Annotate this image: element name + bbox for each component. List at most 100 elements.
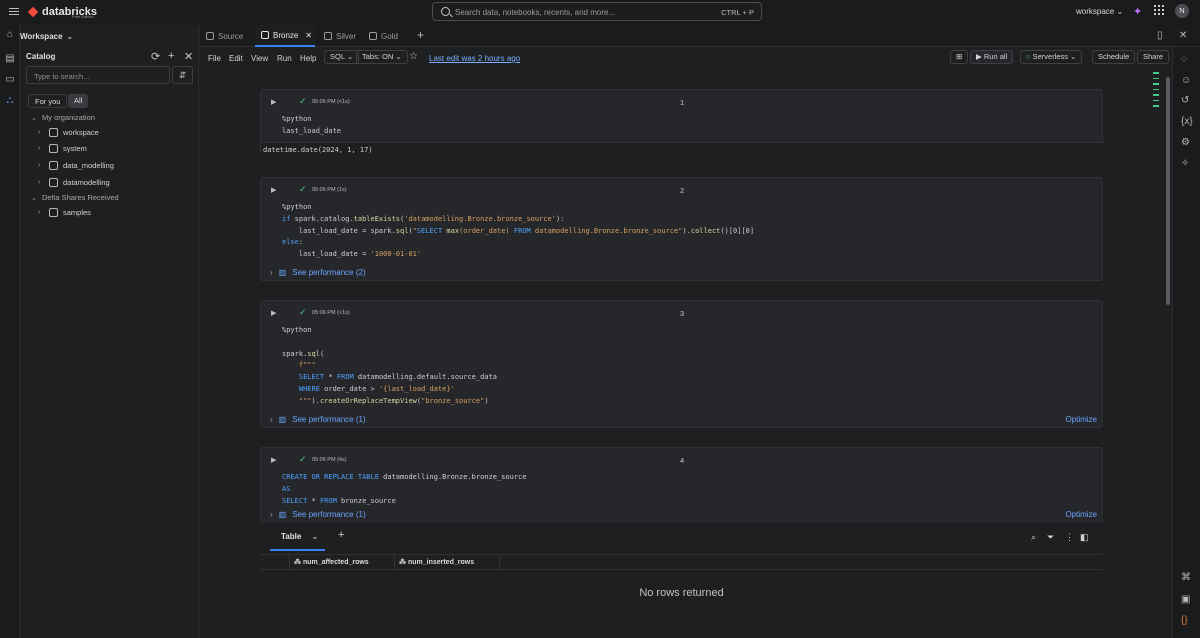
comments-icon[interactable]: ◌	[1181, 54, 1187, 65]
code-editor[interactable]: %python last_load_date	[282, 114, 341, 138]
run-cell-icon[interactable]: ▶	[271, 456, 276, 464]
menu-view[interactable]: View	[251, 54, 268, 63]
chevron-right-icon: ›	[38, 129, 41, 136]
code-editor[interactable]: %python if spark.catalog.tableExists('da…	[282, 202, 754, 261]
tree-group-my-organization[interactable]: ⌄ My organization	[31, 113, 95, 122]
tree-item-data-modelling[interactable]: › data_modelling	[38, 161, 114, 170]
favorite-star-icon[interactable]: ☆	[409, 51, 418, 62]
compute-select[interactable]: ○ Serverless ⌄	[1020, 50, 1083, 64]
apps-grid-icon[interactable]	[1154, 5, 1164, 15]
code-editor[interactable]: CREATE OR REPLACE TABLE datamodelling.Br…	[282, 472, 526, 507]
sparkle-icon[interactable]: ✧	[1181, 158, 1189, 169]
variables-icon[interactable]: {x}	[1181, 116, 1193, 127]
panel-toggle-icon[interactable]: ▯	[1157, 30, 1163, 41]
filter-icon[interactable]: ⏷	[1047, 532, 1054, 543]
tree-item-samples[interactable]: › samples	[38, 208, 91, 217]
notebook-icon[interactable]: ▤	[5, 54, 15, 64]
workspace-switcher[interactable]: workspace ⌄	[1076, 7, 1123, 16]
notebook-cell[interactable]: ▶ ✓ 05:06 PM (<1s) 1 %python last_load_d…	[260, 89, 1104, 156]
code-editor[interactable]: %python spark.sql( f""" SELECT * FROM da…	[282, 325, 497, 408]
notebook-cell[interactable]: ▶ ✓ 05:06 PM (<1s) 3 %python spark.sql( …	[260, 300, 1103, 428]
see-performance-link[interactable]: › ▥ See performance (2)	[270, 268, 366, 277]
search-icon[interactable]: ⌕	[1031, 532, 1036, 543]
user-avatar[interactable]: N	[1175, 4, 1189, 18]
tab-silver[interactable]: Silver	[318, 25, 368, 47]
filter-all[interactable]: All	[68, 94, 89, 108]
result-tab-table[interactable]: Table ⌄	[270, 529, 325, 551]
search-placeholder: Search data, notebooks, recents, and mor…	[455, 8, 616, 17]
refresh-icon[interactable]: ⟳	[151, 50, 160, 63]
hamburger-menu-icon[interactable]	[9, 6, 19, 16]
search-shortcut: CTRL + P	[721, 8, 754, 17]
add-icon[interactable]: +	[168, 50, 174, 62]
close-icon[interactable]: ✕	[305, 31, 312, 40]
chevron-right-icon: ›	[38, 162, 41, 169]
column-header[interactable]: ⁂ num_inserted_rows	[395, 555, 500, 571]
cell-minimap[interactable]	[1153, 72, 1161, 111]
notebook-cell[interactable]: ▶ ✓ 05:06 PM (1s) 2 %python if spark.cat…	[260, 177, 1103, 281]
cell-number: 2	[680, 186, 685, 195]
search-icon	[441, 7, 450, 16]
assistant-icon[interactable]: ☺	[1181, 75, 1191, 86]
settings-sliders-icon[interactable]: ⚙	[1181, 137, 1190, 148]
catalog-title: Catalog	[26, 52, 56, 61]
sidebar-icon[interactable]: ◧	[1080, 532, 1089, 543]
assistant-sparkle-icon[interactable]: ✦	[1133, 5, 1142, 18]
run-cell-icon[interactable]: ▶	[271, 186, 276, 194]
tab-bronze[interactable]: Bronze ✕	[255, 25, 315, 47]
terminal-icon[interactable]: ▣	[1181, 594, 1190, 605]
schedule-button[interactable]: Schedule	[1092, 50, 1136, 64]
last-edit-link[interactable]: Last edit was 2 hours ago	[429, 54, 520, 63]
run-all-button[interactable]: ▶ Run all	[970, 50, 1014, 64]
tree-group-label: Delta Shares Received	[42, 193, 119, 202]
cell-number: 4	[680, 456, 685, 465]
history-icon[interactable]: ↺	[1181, 95, 1189, 106]
tabs-toggle[interactable]: Tabs: ON ⌄	[356, 50, 408, 64]
chevron-down-icon: ⌄	[311, 532, 319, 541]
column-header[interactable]: ⁂ num_affected_rows	[290, 555, 395, 571]
close-icon[interactable]: ✕	[184, 50, 193, 63]
optimize-link[interactable]: Optimize	[1065, 510, 1097, 519]
share-button[interactable]: Share	[1137, 50, 1170, 64]
optimize-link[interactable]: Optimize	[1065, 415, 1097, 424]
code-braces-icon[interactable]: {}	[1181, 615, 1188, 626]
result-tab-label: Table	[281, 532, 302, 541]
catalog-icon	[49, 144, 58, 153]
new-tab-plus-icon[interactable]: +	[417, 28, 424, 42]
tree-item-workspace[interactable]: › workspace	[38, 128, 99, 137]
menu-file[interactable]: File	[208, 54, 221, 63]
layout-icon[interactable]: ⊞	[950, 50, 969, 64]
catalog-icon[interactable]: ⛬	[5, 96, 15, 106]
tab-gold[interactable]: Gold	[363, 25, 413, 47]
menu-edit[interactable]: Edit	[229, 54, 243, 63]
tree-item-system[interactable]: › system	[38, 144, 87, 153]
filter-for-you[interactable]: For you	[28, 94, 68, 108]
chart-icon: ▥	[278, 415, 287, 424]
scrollbar-thumb[interactable]	[1166, 77, 1170, 305]
catalog-search-input[interactable]: Type to search...	[26, 66, 170, 84]
tree-item-datamodelling[interactable]: › datamodelling	[38, 178, 110, 187]
menu-run[interactable]: Run	[277, 54, 292, 63]
folder-icon[interactable]: ▭	[5, 75, 15, 85]
see-performance-link[interactable]: › ▥ See performance (1)	[270, 510, 366, 519]
workspace-breadcrumb[interactable]: Workspace ⌄	[20, 29, 73, 43]
language-select[interactable]: SQL ⌄	[324, 50, 360, 64]
notebook-scrollbar[interactable]	[1164, 67, 1172, 632]
close-panel-icon[interactable]: ✕	[1179, 30, 1187, 41]
run-cell-icon[interactable]: ▶	[271, 98, 276, 106]
menu-help[interactable]: Help	[300, 54, 316, 63]
more-vertical-icon[interactable]: ⋮	[1065, 532, 1074, 543]
tab-label: Gold	[381, 31, 398, 41]
shortcuts-icon[interactable]: ⌘	[1181, 572, 1191, 583]
tab-label: Bronze	[273, 30, 299, 40]
filter-icon[interactable]: ⇵	[172, 66, 193, 84]
result-table-header: ⁂ num_affected_rows ⁂ num_inserted_rows	[260, 554, 1103, 571]
tree-group-delta-shares[interactable]: ⌄ Delta Shares Received	[31, 193, 119, 202]
run-cell-icon[interactable]: ▶	[271, 309, 276, 317]
tab-source[interactable]: Source	[200, 25, 252, 47]
add-visualization-icon[interactable]: +	[338, 529, 344, 541]
success-check-icon: ✓	[299, 96, 307, 106]
global-search-input[interactable]: Search data, notebooks, recents, and mor…	[432, 2, 762, 21]
see-performance-link[interactable]: › ▥ See performance (1)	[270, 415, 366, 424]
home-icon[interactable]: ⌂	[5, 30, 15, 40]
